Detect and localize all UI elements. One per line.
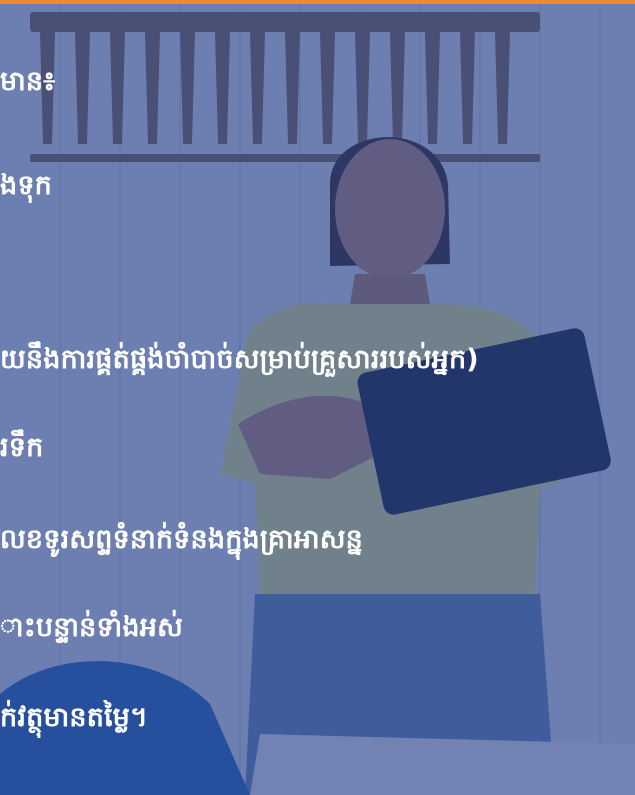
blue-overlay <box>0 4 635 795</box>
text-line-4: រទឹក <box>0 432 44 463</box>
text-line-3: យនឹងការផ្គត់ផ្គង់ចាំបាច់សម្រាប់គ្រួសាររប… <box>0 344 479 375</box>
slide: មាន៖ ងទុក យនឹងការផ្គត់ផ្គង់ចាំបាច់សម្រាប… <box>0 0 635 795</box>
text-line-6: ាះបន្ទាន់ទាំងអស់ <box>0 612 184 643</box>
text-line-2: ងទុក <box>0 170 53 201</box>
text-line-1: មាន៖ <box>0 66 56 97</box>
text-line-7: ក់វត្ថុមានតម្លៃ។ <box>0 702 148 733</box>
text-line-5: លខទូរសព្ទទំនាក់ទំនងក្នុងគ្រាអាសន្ន <box>0 524 363 555</box>
